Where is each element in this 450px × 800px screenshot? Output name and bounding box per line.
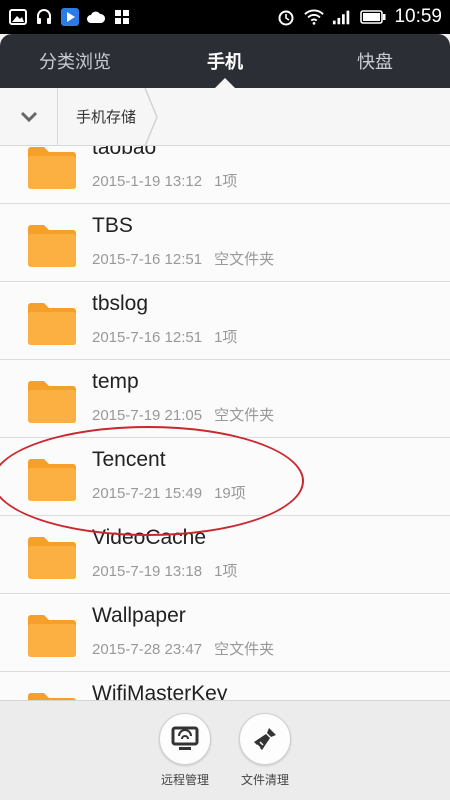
breadcrumb-separator-icon bbox=[144, 87, 158, 146]
file-row-taobao[interactable]: taobao 2015-1-19 13:12 1项 bbox=[0, 146, 450, 204]
file-name: temp bbox=[92, 370, 139, 393]
file-name: taobao bbox=[92, 146, 157, 159]
file-clean-label: 文件清理 bbox=[240, 773, 289, 787]
file-name: Wallpaper bbox=[92, 604, 186, 627]
status-bar: 10:59 bbox=[0, 0, 450, 34]
file-clean-icon-wrap bbox=[239, 713, 291, 765]
breadcrumb-dropdown-button[interactable] bbox=[0, 87, 58, 146]
folder-icon bbox=[28, 381, 76, 423]
file-row-tbs[interactable]: TBS 2015-7-16 12:51 空文件夹 bbox=[0, 204, 450, 282]
folder-icon bbox=[28, 225, 76, 267]
folder-icon bbox=[28, 147, 76, 189]
file-meta: 2015-7-19 13:18 1项 bbox=[92, 563, 238, 580]
remote-manage-icon-wrap bbox=[159, 713, 211, 765]
tab-bar: 分类浏览 手机 快盘 bbox=[0, 34, 450, 88]
file-name: Tencent bbox=[92, 448, 166, 471]
play-store-icon bbox=[60, 7, 80, 27]
folder-icon bbox=[28, 459, 76, 501]
monitor-icon bbox=[171, 726, 199, 750]
bottom-action-bar: 远程管理 文件清理 bbox=[0, 700, 450, 800]
file-name: TBS bbox=[92, 214, 133, 237]
file-row-videocache[interactable]: VideoCache 2015-7-19 13:18 1项 bbox=[0, 516, 450, 594]
broom-icon bbox=[254, 728, 276, 750]
file-meta: 2015-7-28 23:47 空文件夹 bbox=[92, 641, 275, 658]
apps-grid-icon bbox=[112, 7, 132, 27]
headset-icon bbox=[34, 7, 54, 27]
clock-time: 10:59 bbox=[394, 6, 442, 27]
tab-kuaipan[interactable]: 快盘 bbox=[300, 34, 450, 88]
file-meta: 2015-7-21 15:49 19项 bbox=[92, 485, 246, 502]
folder-icon bbox=[28, 303, 76, 345]
file-name: tbslog bbox=[92, 292, 149, 315]
file-row-wallpaper[interactable]: Wallpaper 2015-7-28 23:47 空文件夹 bbox=[0, 594, 450, 672]
signal-icon bbox=[332, 7, 352, 27]
folder-icon bbox=[28, 615, 76, 657]
alarm-icon bbox=[276, 7, 296, 27]
file-row-temp[interactable]: temp 2015-7-19 21:05 空文件夹 bbox=[0, 360, 450, 438]
file-name: WifiMasterKey bbox=[92, 682, 228, 700]
file-name: VideoCache bbox=[92, 526, 207, 549]
file-row-tbslog[interactable]: tbslog 2015-7-16 12:51 1项 bbox=[0, 282, 450, 360]
folder-icon bbox=[28, 693, 76, 700]
file-meta: 2015-7-16 12:51 1项 bbox=[92, 329, 238, 346]
tab-phone[interactable]: 手机 bbox=[150, 34, 300, 88]
folder-icon bbox=[28, 537, 76, 579]
tab-category-browse[interactable]: 分类浏览 bbox=[0, 34, 150, 88]
gallery-icon bbox=[8, 7, 28, 27]
file-list: taobao 2015-1-19 13:12 1项 TBS 2015-7-16 1… bbox=[0, 146, 450, 700]
battery-icon bbox=[360, 7, 386, 27]
file-row-tencent[interactable]: Tencent 2015-7-21 15:49 19项 bbox=[0, 438, 450, 516]
file-clean-button[interactable]: 文件清理 bbox=[225, 713, 305, 788]
file-meta: 2015-7-16 12:51 空文件夹 bbox=[92, 251, 275, 268]
file-row-wifimasterkey[interactable]: WifiMasterKey bbox=[0, 672, 450, 700]
remote-manage-button[interactable]: 远程管理 bbox=[145, 713, 225, 788]
file-meta: 2015-7-19 21:05 空文件夹 bbox=[92, 407, 275, 424]
chevron-down-icon bbox=[20, 111, 37, 122]
file-meta: 2015-1-19 13:12 1项 bbox=[92, 173, 238, 190]
breadcrumb-item-phone-storage[interactable]: 手机存储 bbox=[58, 87, 158, 146]
wifi-icon bbox=[304, 7, 325, 27]
remote-manage-label: 远程管理 bbox=[160, 773, 209, 787]
breadcrumb: 手机存储 bbox=[0, 87, 450, 146]
cloud-icon bbox=[86, 7, 106, 27]
breadcrumb-label: 手机存储 bbox=[76, 108, 137, 126]
